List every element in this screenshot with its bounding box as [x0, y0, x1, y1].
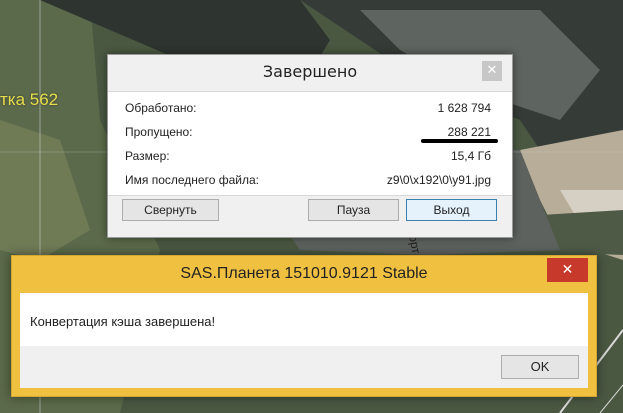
- stat-row-processed: Обработано: 1 628 794: [125, 99, 491, 119]
- message-body: Конвертация кэша завершена!: [20, 293, 588, 346]
- progress-close-button[interactable]: ✕: [482, 61, 502, 81]
- message-close-button[interactable]: ✕: [547, 258, 588, 282]
- stat-row-last-file: Имя последнего файла: z9\0\x192\0\y91.jp…: [125, 171, 491, 191]
- message-box-title: SAS.Планета 151010.9121 Stable: [180, 265, 428, 282]
- pause-button[interactable]: Пауза: [308, 199, 399, 221]
- stat-label: Размер:: [125, 149, 170, 163]
- map-place-label: тка 562: [0, 90, 59, 109]
- message-text: Конвертация кэша завершена!: [30, 314, 216, 329]
- stat-row-size: Размер: 15,4 Гб: [125, 147, 491, 167]
- minimize-button[interactable]: Свернуть: [122, 199, 219, 221]
- close-icon: ✕: [561, 262, 574, 278]
- message-box: SAS.Планета 151010.9121 Stable ✕ Конверт…: [11, 255, 597, 397]
- close-icon: ✕: [486, 63, 498, 78]
- message-footer: OK: [20, 346, 588, 388]
- stat-label: Имя последнего файла:: [125, 173, 259, 187]
- stat-value: 288 221: [447, 125, 491, 139]
- progress-dialog: Завершено ✕ Обработано: 1 628 794 Пропущ…: [107, 54, 513, 238]
- stat-value: z9\0\x192\0\y91.jpg: [386, 173, 491, 187]
- exit-button[interactable]: Выход: [406, 199, 497, 221]
- progress-dialog-title: Завершено: [262, 62, 358, 81]
- progress-stats: Обработано: 1 628 794 Пропущено: 288 221…: [108, 91, 512, 196]
- stat-value: 15,4 Гб: [450, 149, 491, 163]
- annotation-underline: [421, 139, 498, 143]
- stat-label: Пропущено:: [125, 125, 193, 139]
- stat-value: 1 628 794: [437, 101, 491, 115]
- ok-button[interactable]: OK: [501, 355, 579, 379]
- stat-label: Обработано:: [125, 101, 197, 115]
